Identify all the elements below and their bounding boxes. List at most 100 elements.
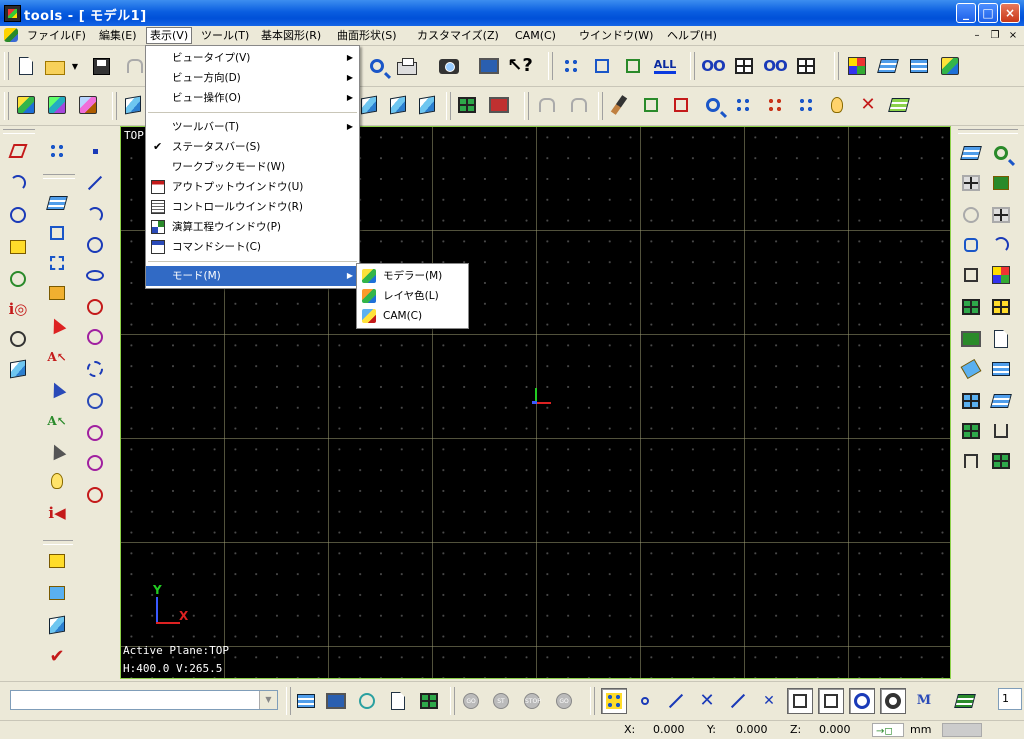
layout-double-button[interactable]: OO (762, 53, 788, 79)
submenu-item-layer-color[interactable]: レイヤ色(L) (357, 286, 468, 306)
zoom-window-button[interactable] (638, 92, 664, 118)
menu-item-view-operation[interactable]: ビュー操作(O) ▶ (146, 88, 359, 108)
save-button[interactable] (88, 53, 114, 79)
tool-surface-blend[interactable] (5, 234, 31, 260)
layer-move-button[interactable] (906, 53, 932, 79)
submenu-item-cam[interactable]: CAM(C) (357, 306, 468, 326)
zoom-extent-button[interactable]: ✕ (855, 92, 881, 118)
capture-button[interactable] (436, 53, 462, 79)
step-button[interactable]: ST (488, 688, 514, 714)
snap-point-button[interactable] (632, 688, 658, 714)
tool-select-red[interactable] (44, 312, 70, 338)
new-file-button[interactable] (13, 53, 39, 79)
menu-edit[interactable]: 編集(E) (96, 28, 140, 43)
menu-customize[interactable]: カスタマイズ(Z) (414, 28, 502, 43)
combo-dropdown-button[interactable]: ▼ (259, 691, 277, 709)
tool-r-sheet[interactable] (958, 326, 984, 352)
snap-near-button[interactable]: ✕ (756, 688, 782, 714)
context-help-button[interactable]: ↖? (507, 53, 533, 79)
tool-ellipse[interactable] (82, 262, 108, 288)
snap-tangent-button[interactable] (818, 688, 844, 714)
mdi-close-button[interactable]: × (1006, 29, 1020, 42)
mdi-restore-button[interactable]: ❐ (988, 29, 1002, 42)
menu-item-view-direction[interactable]: ビュー方向(D) ▶ (146, 68, 359, 88)
snap-quadrant-button[interactable] (880, 688, 906, 714)
tool-r-search[interactable] (988, 140, 1014, 166)
sheet-toggle-button[interactable] (952, 688, 978, 714)
view-undo-button[interactable] (534, 92, 560, 118)
tool-circle[interactable] (82, 232, 108, 258)
tool-layer-stack[interactable] (44, 190, 70, 216)
view-side-button[interactable] (385, 92, 411, 118)
tool-info[interactable]: i◀ (44, 500, 70, 526)
menu-window[interactable]: ウインドウ(W) (576, 28, 656, 43)
go-again-button[interactable]: GO (551, 688, 577, 714)
tool-light[interactable] (44, 468, 70, 494)
tool-select-text[interactable]: A↖ (44, 344, 70, 370)
tool-surface-sweep[interactable] (5, 170, 31, 196)
tool-r-erase[interactable] (958, 356, 984, 382)
tool-offset[interactable] (82, 356, 108, 382)
menu-item-toolbar[interactable]: ツールバー(T) ▶ (146, 117, 359, 137)
tool-surface-trim[interactable] (5, 326, 31, 352)
tool-r-layer[interactable] (988, 170, 1014, 196)
menu-item-process-window[interactable]: 演算工程ウインドウ(P) (146, 217, 359, 237)
tool-surface-loft[interactable] (5, 202, 31, 228)
toolbar-grip[interactable] (112, 92, 117, 120)
zoom-fit-button[interactable] (668, 92, 694, 118)
toolbar-grip[interactable] (524, 92, 529, 120)
layer-spinner[interactable]: 1 (998, 688, 1022, 710)
tool-cam-drill[interactable] (44, 548, 70, 574)
select-all-button[interactable]: ALL (650, 53, 680, 79)
minimize-button[interactable]: _ (956, 3, 976, 23)
layout-single-button[interactable]: OO (700, 53, 726, 79)
tool-r-machine[interactable] (958, 294, 984, 320)
menu-item-status-bar[interactable]: ✔ ステータスバー(S) (146, 137, 359, 157)
tool-point[interactable] (82, 138, 108, 164)
cam-list-button[interactable] (293, 688, 319, 714)
tool-fillet[interactable] (82, 294, 108, 320)
tool-r-loop[interactable] (958, 232, 984, 258)
go-button[interactable]: GO (458, 688, 484, 714)
menu-item-workbook-mode[interactable]: ワークブックモード(W) (146, 157, 359, 177)
layer-list-button[interactable] (875, 53, 901, 79)
menu-item-control-window[interactable]: コントロールウインドウ(R) (146, 197, 359, 217)
toolbar-grip[interactable] (450, 687, 455, 715)
tool-r-tree[interactable] (958, 170, 984, 196)
select-surfaces-button[interactable] (620, 53, 646, 79)
open-dropdown-button[interactable]: ▼ (68, 53, 82, 79)
color-settings-button[interactable] (844, 53, 870, 79)
document-icon[interactable] (4, 28, 18, 42)
tool-cam-verify[interactable]: ✔ (44, 644, 70, 670)
tool-cam-stock[interactable] (44, 612, 70, 638)
snap-center-button[interactable] (849, 688, 875, 714)
snap-intersect-button[interactable]: ✕ (694, 688, 720, 714)
zoom-button[interactable] (700, 92, 726, 118)
tool-trim-curve[interactable] (82, 420, 108, 446)
snap-macro-button[interactable]: M (911, 688, 937, 714)
mode-cam-button[interactable] (75, 92, 101, 118)
tool-r-palette[interactable] (988, 262, 1014, 288)
layout-quad-button[interactable] (793, 53, 819, 79)
tool-curve-edit[interactable] (82, 482, 108, 508)
menu-basic-shapes[interactable]: 基本図形(R) (258, 28, 324, 43)
view-cube-button[interactable] (120, 92, 146, 118)
sheet-button[interactable] (886, 92, 912, 118)
tool-r-doc[interactable] (988, 326, 1014, 352)
menu-item-mode[interactable]: モード(M) ▶ (146, 266, 359, 286)
close-button[interactable]: × (1000, 3, 1020, 23)
tool-solid[interactable] (5, 356, 31, 382)
cam-doc-button[interactable] (385, 688, 411, 714)
tool-arc[interactable] (82, 202, 108, 228)
tool-r-table[interactable] (988, 202, 1014, 228)
tool-points[interactable] (44, 138, 70, 164)
tool-select-object[interactable] (44, 376, 70, 402)
menu-view[interactable]: 表示(V) (146, 27, 193, 44)
cam-key-button[interactable] (354, 688, 380, 714)
tool-r-sheet-2[interactable] (988, 448, 1014, 474)
print-button[interactable] (394, 53, 420, 79)
tool-r-machine-3[interactable] (958, 448, 984, 474)
print-preview-button[interactable] (364, 53, 390, 79)
mdi-minimize-button[interactable]: – (970, 29, 984, 42)
cam-monitor-button[interactable] (323, 688, 349, 714)
